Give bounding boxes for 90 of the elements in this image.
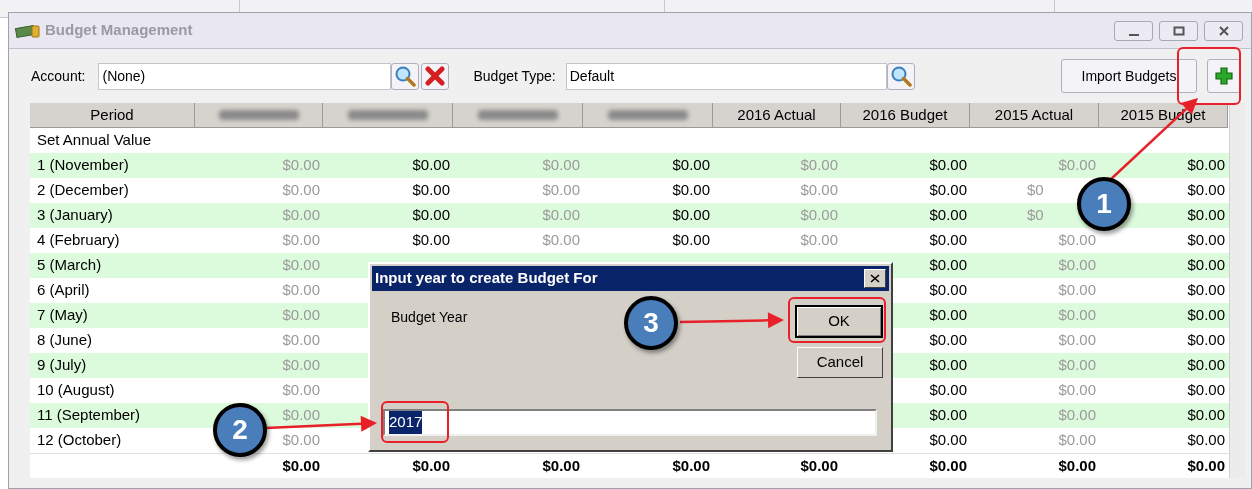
amount-cell-text: $0.00 xyxy=(929,280,967,301)
amount-cell-text: $0.00 xyxy=(929,380,967,401)
amount-cell-text: $0.00 xyxy=(672,230,710,251)
amount-cell-text: $0.00 xyxy=(800,230,838,251)
amount-cell-text: $0.00 xyxy=(412,180,450,201)
amount-cell-text: $0.00 xyxy=(282,155,320,176)
amount-cell-text: $0.00 xyxy=(1058,355,1096,376)
total-cell-text: $0.00 xyxy=(412,455,450,476)
amount-cell-text: $0.00 xyxy=(542,230,580,251)
budget-year-label: Budget Year xyxy=(391,308,468,327)
amount-cell-text: $0.00 xyxy=(282,205,320,226)
amount-cell-text: $0.00 xyxy=(1187,405,1225,426)
amount-cell-text: $0.00 xyxy=(1058,330,1096,351)
amount-cell-text: $0.00 xyxy=(800,205,838,226)
amount-cell-text: $0.00 xyxy=(1187,180,1225,201)
period-cell-text: 12 (October) xyxy=(37,430,122,451)
amount-cell-text: $0.00 xyxy=(1187,230,1225,251)
period-cell-text: 11 (September) xyxy=(37,405,141,426)
total-cell-text: $0.00 xyxy=(929,455,967,476)
amount-cell-text: $0.00 xyxy=(412,205,450,226)
dialog-title: Input year to create Budget For xyxy=(375,268,598,289)
amount-cell-text: $0.00 xyxy=(282,355,320,376)
total-cell-text: $0.00 xyxy=(1187,455,1225,476)
amount-cell-text: $0.00 xyxy=(1187,330,1225,351)
amount-cell-text: $0 xyxy=(1027,205,1044,226)
amount-cell-text: $0.00 xyxy=(1058,255,1096,276)
period-cell-text: 8 (June) xyxy=(37,330,93,351)
amount-cell-text: $0.00 xyxy=(282,380,320,401)
amount-cell-text: $0 xyxy=(1027,180,1044,201)
amount-cell-text: $0.00 xyxy=(1187,355,1225,376)
period-cell-text: 9 (July) xyxy=(37,355,87,376)
amount-cell-text: $0.00 xyxy=(1187,305,1225,326)
amount-cell-text: $0.00 xyxy=(1058,405,1096,426)
amount-cell-text: $0.00 xyxy=(282,305,320,326)
amount-cell-text: $0.00 xyxy=(1187,280,1225,301)
amount-cell-text: $0.00 xyxy=(1187,430,1225,451)
window-title: Budget Management xyxy=(45,20,193,41)
amount-cell-text: $0.00 xyxy=(1058,380,1096,401)
amount-cell-text: $0.00 xyxy=(929,155,967,176)
amount-cell-text: $0.00 xyxy=(672,180,710,201)
amount-cell-text: $0.00 xyxy=(800,180,838,201)
amount-cell-text: $0.00 xyxy=(1058,430,1096,451)
total-cell-text: $0.00 xyxy=(672,455,710,476)
amount-cell-text: $0.00 xyxy=(929,405,967,426)
amount-cell-text: $0.00 xyxy=(1058,280,1096,301)
amount-cell-text: $0.00 xyxy=(929,180,967,201)
amount-cell-text: $0.00 xyxy=(282,430,320,451)
amount-cell-text: $0.00 xyxy=(282,405,320,426)
amount-cell-text: $0.00 xyxy=(542,180,580,201)
amount-cell-text: $0.00 xyxy=(1058,305,1096,326)
amount-cell-text: $0.00 xyxy=(1187,380,1225,401)
period-cell-text: 3 (January) xyxy=(37,205,113,226)
total-cell-text: $0.00 xyxy=(800,455,838,476)
budget-type-label: Budget Type: xyxy=(473,66,556,86)
amount-cell-text: $0.00 xyxy=(282,330,320,351)
amount-cell-text: $0.00 xyxy=(929,430,967,451)
amount-cell-text: $0.00 xyxy=(282,280,320,301)
total-cell-text: $0.00 xyxy=(542,455,580,476)
period-cell-text: 10 (August) xyxy=(37,380,115,401)
period-cell-text: 4 (February) xyxy=(37,230,120,251)
period-cell-text: 1 (November) xyxy=(37,155,129,176)
period-cell-text: 5 (March) xyxy=(37,255,102,276)
account-label: Account: xyxy=(31,66,86,86)
amount-cell-text: $0.00 xyxy=(1187,155,1225,176)
amount-cell-text: $0.00 xyxy=(282,180,320,201)
amount-cell-text: $0.00 xyxy=(929,255,967,276)
total-cell-text: $0.00 xyxy=(1058,455,1096,476)
amount-cell-text: $0.00 xyxy=(1058,155,1096,176)
amount-cell-text: $0.00 xyxy=(672,155,710,176)
amount-cell-text: $0.00 xyxy=(542,155,580,176)
period-cell-text: 2 (December) xyxy=(37,180,129,201)
amount-cell-text: $0.00 xyxy=(1058,230,1096,251)
amount-cell-text: $0.00 xyxy=(929,305,967,326)
amount-cell-text: $0.00 xyxy=(412,230,450,251)
period-cell-text: Set Annual Value xyxy=(37,130,151,151)
amount-cell-text: $0.00 xyxy=(672,205,710,226)
amount-cell-text: $0.00 xyxy=(282,255,320,276)
total-cell-text: $0.00 xyxy=(282,455,320,476)
period-cell-text: 7 (May) xyxy=(37,305,88,326)
amount-cell-text: $0.00 xyxy=(542,205,580,226)
amount-cell-text: $0.00 xyxy=(929,230,967,251)
amount-cell-text: $0.00 xyxy=(282,230,320,251)
amount-cell-text: $0.00 xyxy=(929,355,967,376)
amount-cell-text: $0.00 xyxy=(412,155,450,176)
amount-cell-text: $0.00 xyxy=(929,205,967,226)
amount-cell-text: $0.00 xyxy=(1187,255,1225,276)
period-cell-text: 6 (April) xyxy=(37,280,90,301)
amount-cell-text: $0.00 xyxy=(929,330,967,351)
amount-cell-text: $0.00 xyxy=(800,155,838,176)
amount-cell-text: $0.00 xyxy=(1187,205,1225,226)
